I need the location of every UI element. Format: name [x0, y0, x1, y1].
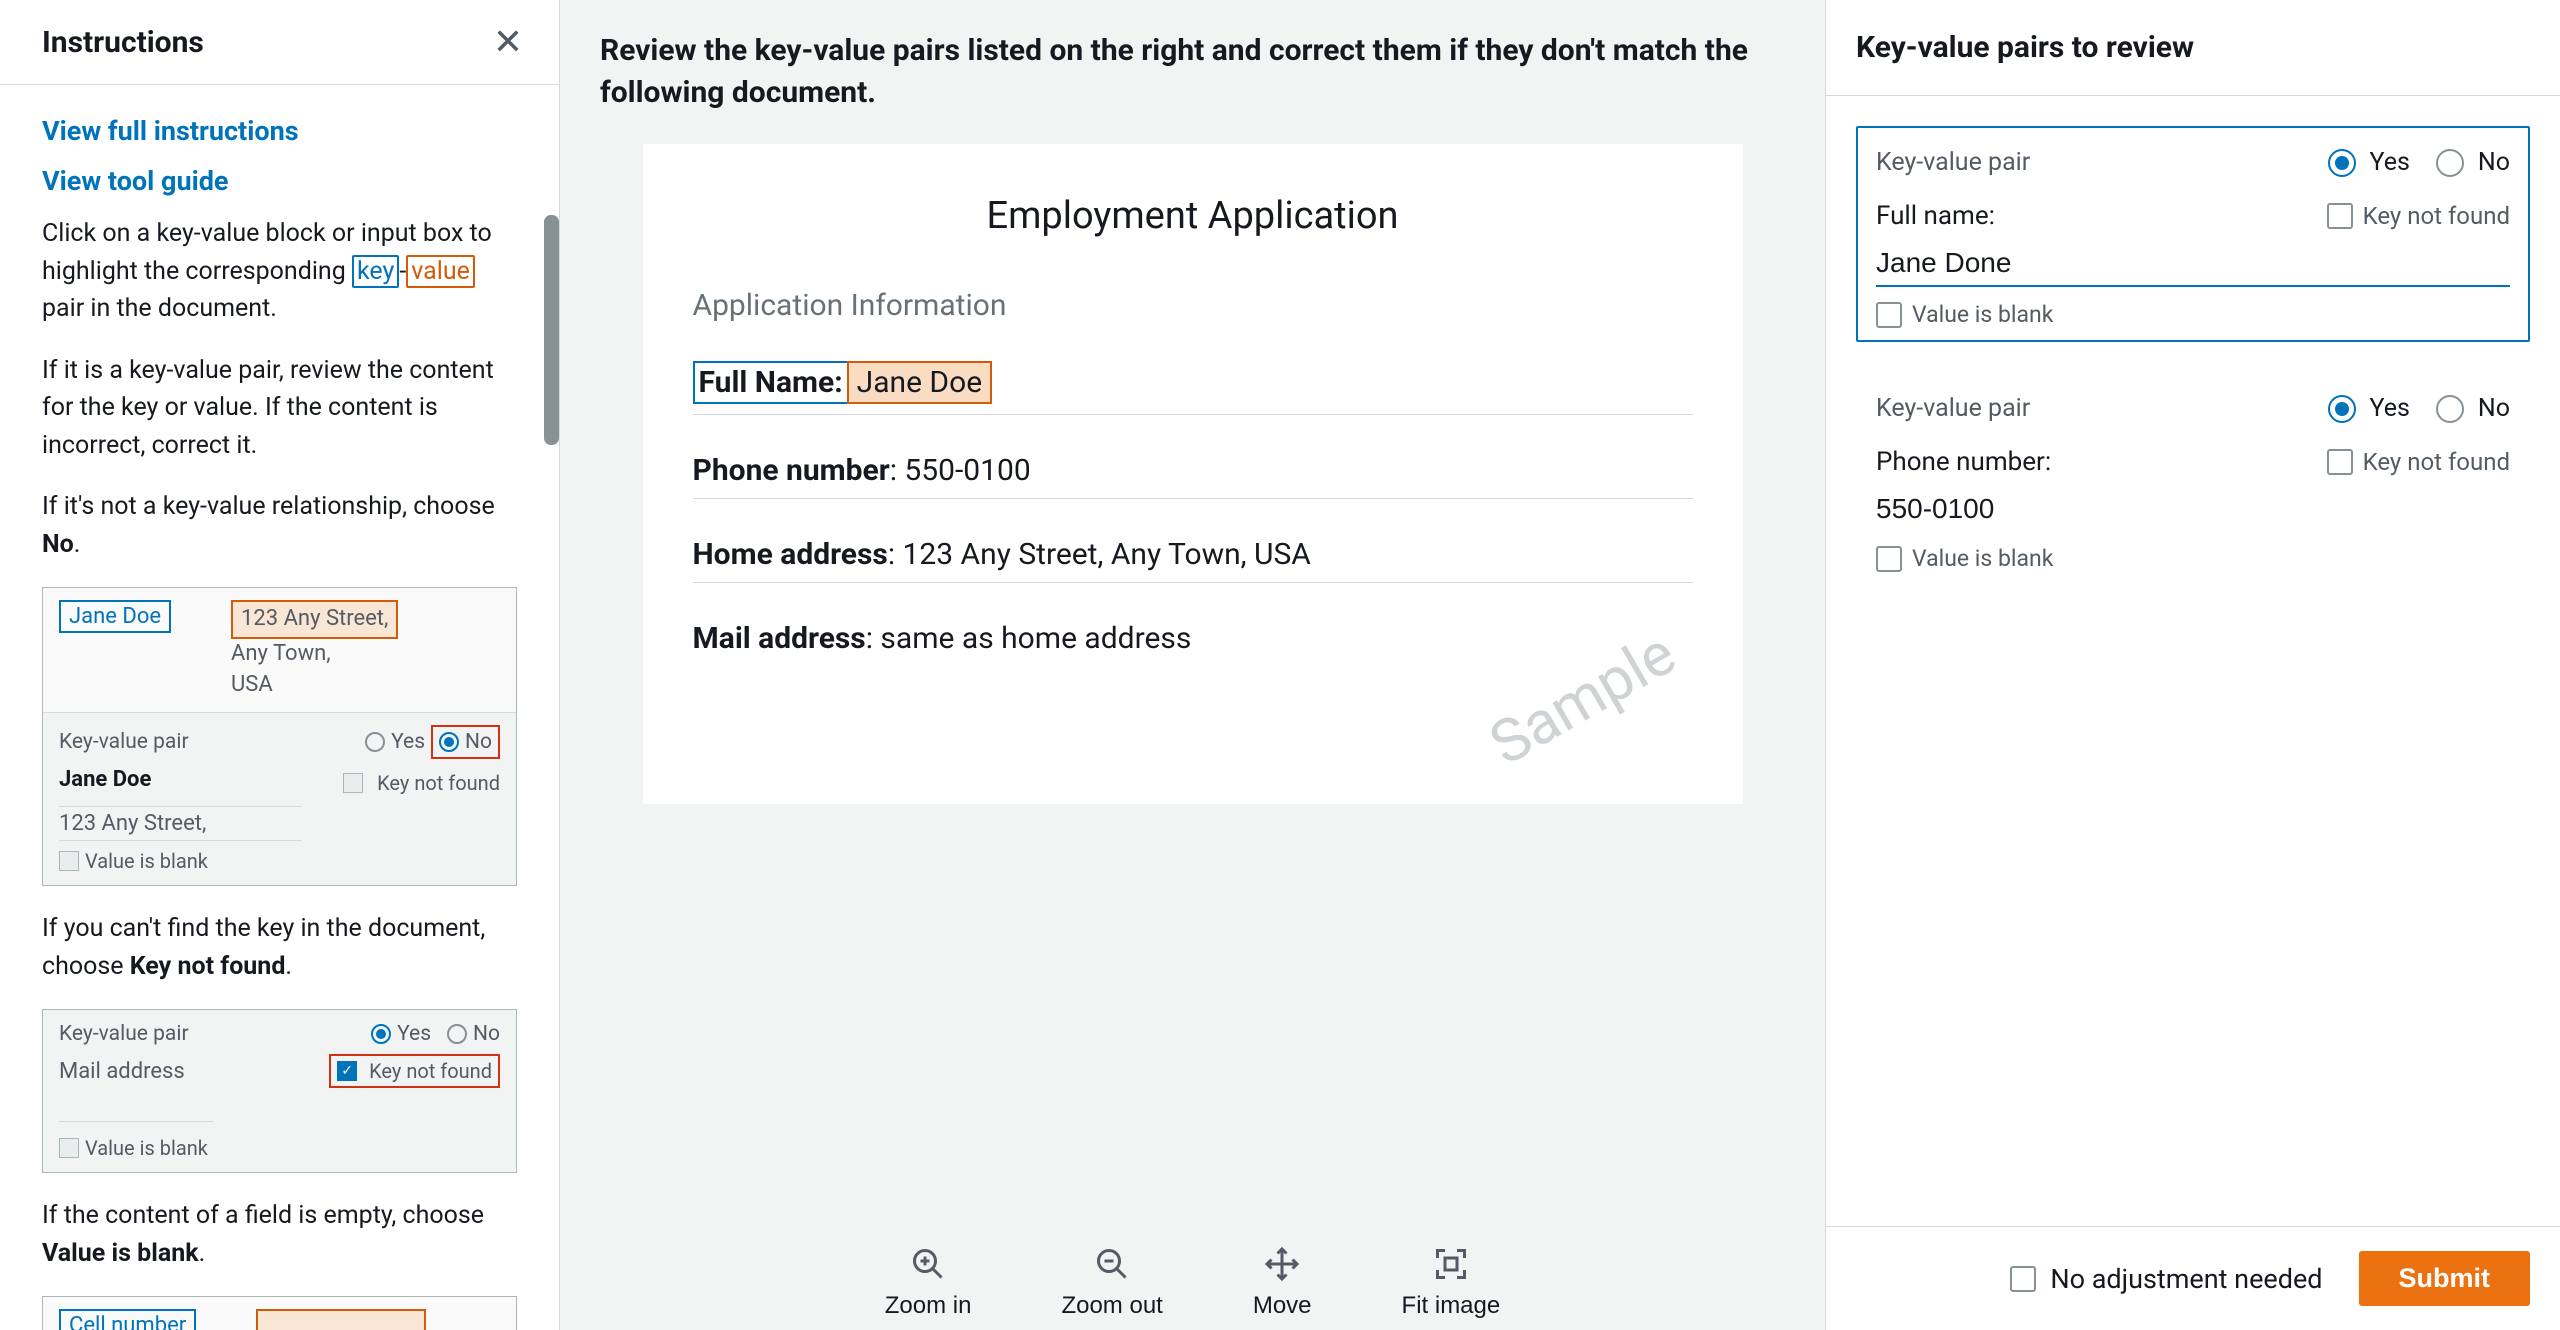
kv-pair-label: Key-value pair	[1876, 394, 2030, 423]
example-kvpair-label: Key-value pair	[59, 730, 189, 754]
kv2-radio-no[interactable]	[2436, 395, 2464, 423]
move-icon	[1264, 1246, 1300, 1282]
fit-image-button[interactable]: Fit image	[1402, 1246, 1501, 1320]
document-title: Employment Application	[693, 194, 1693, 238]
example2-radio-yes	[371, 1024, 391, 1044]
review-footer: No adjustment needed Submit	[1826, 1226, 2560, 1330]
example3-key-box: Cell number	[59, 1309, 196, 1330]
kv-pair-label: Key-value pair	[1876, 148, 2030, 177]
example2-radio-no	[447, 1024, 467, 1044]
example-field-label: Jane Doe	[59, 767, 151, 792]
instruction-paragraph-3: If it's not a key-value relationship, ch…	[42, 488, 517, 563]
example-box-3: Cell number	[42, 1296, 517, 1330]
doc-field-phone[interactable]: Phone number: 550-0100	[693, 453, 1693, 499]
kv-card-phone[interactable]: Key-value pair Yes No Phone number: Key …	[1856, 372, 2530, 586]
example2-knf-highlight: ✓ Key not found	[329, 1054, 500, 1088]
zoom-out-button[interactable]: Zoom out	[1061, 1246, 1162, 1320]
move-button[interactable]: Move	[1253, 1246, 1312, 1320]
example-no-highlight: No	[431, 725, 500, 759]
kv1-radio-no[interactable]	[2436, 149, 2464, 177]
fit-image-icon	[1433, 1246, 1469, 1282]
kv2-knf-checkbox[interactable]	[2327, 449, 2353, 475]
no-adjustment-checkbox[interactable]	[2010, 1266, 2036, 1292]
example2-field-label: Mail address	[59, 1059, 185, 1084]
example-box-2: Key-value pair Yes No Mail address ✓	[42, 1009, 517, 1173]
instructions-header: Instructions ✕	[0, 0, 559, 85]
document-area: Employment Application Application Infor…	[560, 144, 1825, 1216]
kv1-key-name: Full name:	[1876, 201, 1995, 231]
submit-button[interactable]: Submit	[2359, 1251, 2531, 1306]
instruction-paragraph-5: If the content of a field is empty, choo…	[42, 1197, 517, 1272]
doc-field-fullname[interactable]: Full Name:Jane Doe	[693, 361, 1693, 415]
example2-empty-value	[59, 1096, 213, 1122]
doc-field-mail-address[interactable]: Mail address: same as home address	[693, 621, 1693, 666]
scrollbar-thumb[interactable]	[544, 215, 559, 445]
kv-list: Key-value pair Yes No Full name: Key not…	[1826, 96, 2560, 1226]
close-button[interactable]: ✕	[493, 24, 523, 60]
zoom-in-icon	[910, 1246, 946, 1282]
example-knf-checkbox	[343, 773, 363, 793]
example-radio-yes	[365, 732, 385, 752]
key-tag: key	[352, 255, 399, 288]
example-key-box: Jane Doe	[59, 600, 171, 633]
example-blank-checkbox	[59, 851, 79, 871]
document-toolbar: Zoom in Zoom out Move Fit image	[560, 1216, 1825, 1330]
instruction-paragraph-1: Click on a key-value block or input box …	[42, 215, 517, 328]
kv1-blank-checkbox[interactable]	[1876, 302, 1902, 328]
document-panel: Review the key-value pairs listed on the…	[560, 0, 1825, 1330]
instructions-title: Instructions	[42, 25, 204, 60]
kv2-key-name: Phone number:	[1876, 447, 2051, 477]
example2-blank-checkbox	[59, 1138, 79, 1158]
instructions-panel: Instructions ✕ View full instructions Vi…	[0, 0, 560, 1330]
zoom-in-button[interactable]: Zoom in	[885, 1246, 972, 1320]
example-value-box: 123 Any Street,	[231, 600, 398, 639]
example-value-block: 123 Any Street, Any Town, USA	[231, 600, 398, 700]
zoom-out-icon	[1094, 1246, 1130, 1282]
kv1-knf-checkbox[interactable]	[2327, 203, 2353, 229]
instructions-body: View full instructions View tool guide C…	[0, 85, 559, 1330]
kv1-value-input[interactable]	[1876, 241, 2510, 287]
kv-card-fullname[interactable]: Key-value pair Yes No Full name: Key not…	[1856, 126, 2530, 342]
example2-knf-checkbox: ✓	[337, 1061, 357, 1081]
view-full-instructions-link[interactable]: View full instructions	[42, 115, 517, 147]
kv-review-title: Key-value pairs to review	[1826, 0, 2560, 96]
no-adjustment-label: No adjustment needed	[2050, 1263, 2322, 1295]
kv1-radio-yes[interactable]	[2328, 149, 2356, 177]
example-box-1: Jane Doe 123 Any Street, Any Town, USA K…	[42, 587, 517, 886]
doc-field-home-address[interactable]: Home address: 123 Any Street, Any Town, …	[693, 537, 1693, 583]
example3-value-box	[256, 1309, 426, 1330]
example-field-value: 123 Any Street,	[59, 806, 302, 841]
kv-review-panel: Key-value pairs to review Key-value pair…	[1825, 0, 2560, 1330]
instruction-paragraph-4: If you can't find the key in the documen…	[42, 910, 517, 985]
example2-kvpair-label: Key-value pair	[59, 1022, 189, 1046]
instruction-paragraph-2: If it is a key-value pair, review the co…	[42, 352, 517, 465]
document: Employment Application Application Infor…	[643, 144, 1743, 804]
view-tool-guide-link[interactable]: View tool guide	[42, 165, 517, 197]
document-section-title: Application Information	[693, 288, 1693, 323]
kv2-value-input[interactable]	[1876, 487, 2510, 531]
kv2-radio-yes[interactable]	[2328, 395, 2356, 423]
review-heading: Review the key-value pairs listed on the…	[560, 0, 1825, 144]
kv2-blank-checkbox[interactable]	[1876, 546, 1902, 572]
close-icon: ✕	[493, 21, 523, 62]
value-tag: value	[406, 255, 475, 288]
example-radio-no	[439, 732, 459, 752]
